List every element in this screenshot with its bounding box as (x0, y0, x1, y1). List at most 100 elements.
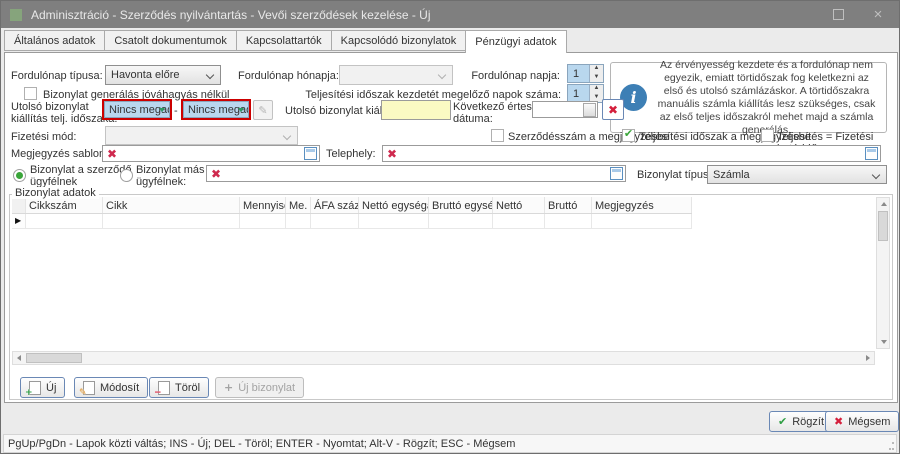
modosit-button[interactable]: ✎ Módosít (74, 377, 148, 398)
megsem-button[interactable]: ✖ Mégsem (825, 411, 899, 432)
edit-period-button: ✎ (253, 100, 273, 120)
spin-up-icon[interactable]: ▲ (590, 65, 603, 74)
uj-button-label: Új (46, 382, 56, 394)
cross-icon: ✖ (834, 415, 843, 428)
scroll-up-icon[interactable] (881, 202, 887, 206)
check-icon: ✔ (778, 415, 787, 428)
column-header-netto[interactable]: Nettó (493, 197, 545, 213)
tab-penzugyi-adatok[interactable]: Pénzügyi adatok (465, 30, 566, 53)
maximize-icon (833, 9, 844, 20)
page-plus-icon: + (29, 381, 41, 395)
pencil-icon: ✎ (258, 104, 267, 117)
bizonylat-generalas-checkbox[interactable] (24, 87, 37, 100)
info-box: i Az érvényesség kezdete és a fordulónap… (610, 62, 887, 133)
chevron-down-icon (283, 132, 291, 140)
column-header-megjegyzes[interactable]: Megjegyzés (592, 197, 692, 213)
status-bar: PgUp/PgDn - Lapok közti váltás; INS - Új… (3, 434, 897, 453)
fordulonap-napja-label: Fordulónap napja: (435, 70, 560, 82)
tab-kapcsolodo-bizonylatok[interactable]: Kapcsolódó bizonylatok (331, 30, 467, 51)
page-pencil-icon: ✎ (83, 381, 95, 395)
szerzodesszam-checkbox[interactable] (491, 129, 504, 142)
bizonylat-mas-ugyfel-field[interactable]: ✖ (206, 165, 626, 182)
window-title: Adminisztráció - Szerződés nyilvántartás… (31, 8, 431, 22)
browse-window-icon[interactable] (610, 167, 623, 180)
utolso-idoszak-to-select[interactable]: Nincs megadva (183, 101, 249, 118)
date-picker-button[interactable] (583, 103, 596, 117)
missing-value-icon: ✖ (387, 147, 397, 161)
scroll-down-icon[interactable] (881, 340, 887, 344)
page-minus-icon: − (158, 381, 170, 395)
utolso-kiallitas-field[interactable] (381, 100, 451, 120)
column-header-mennyiseg[interactable]: Mennyiség (240, 197, 286, 213)
column-header-netto-egysegar[interactable]: Nettó egységár (359, 197, 429, 213)
cell-cikk (103, 214, 240, 229)
tab-csatolt-dokumentumok[interactable]: Csatolt dokumentumok (104, 30, 237, 51)
torol-button[interactable]: − Töröl (149, 377, 209, 398)
idoszak-separator: - (174, 105, 178, 117)
dialog-window: Adminisztráció - Szerződés nyilvántartás… (0, 0, 900, 454)
utolso-idoszak-from-select[interactable]: Nincs megadva (104, 101, 170, 118)
scroll-right-icon[interactable] (866, 355, 870, 361)
bizonylat-tipus-value: Számla (713, 169, 750, 181)
telephely-field[interactable]: ✖ (382, 145, 881, 162)
resize-grip[interactable] (886, 442, 894, 450)
spin-down-icon[interactable]: ▼ (590, 74, 603, 83)
bizonylat-tipus-select[interactable]: Számla (707, 165, 887, 184)
close-button[interactable]: × (861, 1, 895, 28)
browse-window-icon[interactable] (304, 147, 317, 160)
cell-netto-egysegar (359, 214, 429, 229)
rogzit-button[interactable]: ✔ Rögzít (769, 411, 833, 432)
chevron-down-icon (872, 171, 880, 179)
vertical-scroll-thumb[interactable] (878, 211, 888, 241)
fordulonap-napja-value: 1 (568, 65, 589, 82)
chevron-down-icon (159, 108, 165, 112)
column-header-afa-szazalek[interactable]: ÁFA százalék (311, 197, 359, 213)
teljesitesi-idoszak-checkbox[interactable]: ✔ (622, 129, 635, 142)
missing-value-icon: ✖ (107, 147, 117, 161)
maximize-button[interactable] (821, 1, 855, 28)
table-row[interactable]: ▶ (12, 214, 692, 229)
vertical-scrollbar[interactable] (876, 197, 890, 349)
clear-date-button[interactable]: ✖ (602, 99, 624, 120)
column-header-me[interactable]: Me. (286, 197, 311, 213)
cell-megjegyzes (592, 214, 692, 229)
torol-button-label: Töröl (175, 382, 200, 394)
uj-bizonylat-button: + Új bizonylat (215, 377, 304, 398)
bizonylat-mas-label: Bizonylat más ügyfélnek: (136, 164, 204, 188)
cell-mennyiseg (240, 214, 286, 229)
uj-button[interactable]: + Új (20, 377, 65, 398)
bizonylat-szerzodo-label: Bizonylat a szerződő ügyfélnek (30, 164, 132, 188)
bizonylat-adatok-group: Cikkszám Cikk Mennyiség Me. ÁFA százalék… (9, 194, 893, 400)
bizonylat-mas-radio[interactable] (120, 169, 133, 182)
column-header-brutto[interactable]: Bruttó (545, 197, 592, 213)
fordulonap-tipusa-select[interactable]: Havonta előre (105, 65, 221, 85)
fordulonap-tipusa-label: Fordulónap típusa: (11, 70, 103, 82)
telephely-label: Telephely: (326, 148, 376, 160)
chevron-down-icon (206, 71, 214, 79)
browse-window-icon[interactable] (865, 147, 878, 160)
horizontal-scrollbar[interactable] (12, 351, 875, 365)
fizetesi-mod-label: Fizetési mód: (11, 131, 76, 143)
horizontal-scroll-thumb[interactable] (26, 353, 82, 363)
column-header-cikkszam[interactable]: Cikkszám (26, 197, 103, 213)
megjegyzes-sablon-field[interactable]: ✖ (102, 145, 320, 162)
scroll-left-icon[interactable] (17, 355, 21, 361)
kovetkezo-ertesites-date-field[interactable] (532, 101, 598, 118)
spin-up-icon[interactable]: ▲ (590, 85, 603, 94)
tab-kapcsolattartok[interactable]: Kapcsolattartók (236, 30, 332, 51)
column-header-brutto-egysegar[interactable]: Bruttó egységár (429, 197, 493, 213)
fordulonap-napja-spinner[interactable]: 1 ▲▼ (567, 64, 604, 83)
column-header-cikk[interactable]: Cikk (103, 197, 240, 213)
megjegyzes-sablon-label: Megjegyzés sablon: (11, 148, 108, 160)
teljesites-hatarido-checkbox[interactable] (761, 129, 774, 142)
tab-altalanos-adatok[interactable]: Általános adatok (4, 30, 105, 51)
modosit-button-label: Módosít (100, 382, 139, 394)
fordulonap-tipusa-value: Havonta előre (111, 69, 180, 81)
grid-header: Cikkszám Cikk Mennyiség Me. ÁFA százalék… (12, 197, 692, 214)
utolso-idoszak-to-required-frame: Nincs megadva (181, 99, 251, 120)
uj-bizonylat-button-label: Új bizonylat (238, 382, 295, 394)
megsem-button-label: Mégsem (848, 416, 890, 428)
penzugyi-adatok-panel: Fordulónap típusa: Havonta előre Forduló… (4, 52, 898, 403)
rogzit-button-label: Rögzít (792, 416, 824, 428)
bizonylat-szerzodo-radio[interactable] (13, 169, 26, 182)
